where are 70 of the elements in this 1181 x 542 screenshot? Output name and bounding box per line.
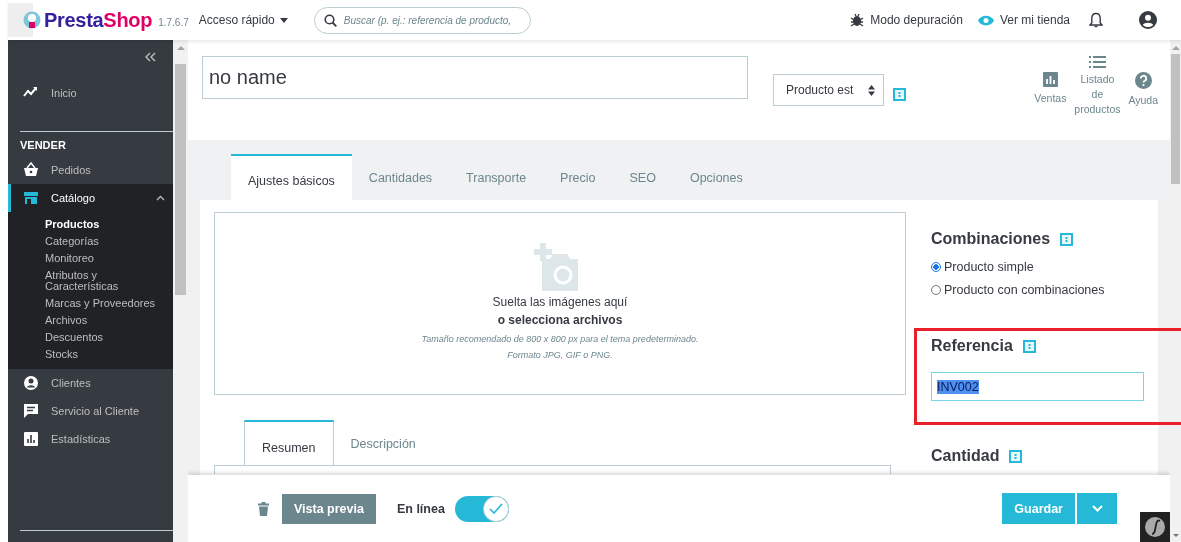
online-label: En línea [396,501,445,516]
tab[interactable]: Descripción [333,420,433,465]
submenu-item[interactable]: Marcas y Proveedores [8,295,173,312]
tab[interactable]: Opciones [672,154,760,200]
submenu-item[interactable]: Stocks [8,346,173,363]
section-heading: VENDER [19,138,67,153]
trash-icon[interactable] [258,501,269,516]
preview-button[interactable]: Vista previa [282,493,376,524]
tab[interactable]: Transporte [449,154,544,200]
tab[interactable]: SEO [612,154,673,200]
submenu-item[interactable]: Archivos [8,312,173,329]
chevron-up-icon [156,195,165,201]
eye-icon [977,14,994,26]
version-label: 1.7.6.7 [158,16,189,28]
basket-icon [23,162,39,178]
toolbar-button[interactable]: Ayuda [1128,72,1158,117]
bar-chart-icon [23,431,39,447]
sidebar-item[interactable]: Estadísticas [8,425,173,453]
sidebar-item[interactable]: Clientes [8,369,173,397]
section-title: Cantidad [931,447,1000,465]
submenu-item[interactable]: Productos [8,216,173,233]
sort-arrows-icon [868,84,875,96]
user-icon [23,375,39,391]
submenu-item[interactable]: Monitoreo [8,250,173,267]
radio-button[interactable] [931,262,941,272]
collapse-icon[interactable] [144,52,156,62]
online-toggle[interactable] [454,495,509,522]
sidebar-item[interactable]: Servicio al Cliente [8,397,173,425]
chat-icon [23,403,39,419]
format-hint: Formato JPG, GIF o PNG. [507,350,613,360]
chevron-down-icon [1091,505,1103,512]
sidebar-item[interactable]: Inicio [8,74,173,111]
list-icon [1088,56,1106,68]
reference-field[interactable]: INV002 [931,372,1144,401]
quick-access-menu[interactable]: Acceso rápido [198,13,288,27]
submenu-item[interactable]: Descuentos [8,329,173,346]
tab[interactable]: Precio [543,154,613,200]
caret-icon [279,17,288,23]
bar-chart-icon [1042,72,1058,87]
radio-option[interactable]: Producto con combinaciones [931,283,1144,297]
store-icon [23,190,39,206]
radio-option[interactable]: Producto simple [931,260,1144,274]
section-title: Referencia [931,337,1013,355]
select-files-link[interactable]: o selecciona archivos [497,313,623,327]
check-icon [488,503,503,514]
image-dropzone[interactable]: Suelta las imágenes aquí o selecciona archivos Tamaño recomendado de 800 x 800 px para el tema predeterminado. Formato JPG, GIF o PNG. [214,212,906,395]
tab[interactable]: Ajustes básicos [231,154,352,200]
bug-icon [850,13,865,27]
view-store-link[interactable]: Ver mi tienda [999,13,1070,27]
tab[interactable]: Cantidades [351,154,450,200]
search-field[interactable]: Buscar (p. ej.: referencia de producto, [313,6,531,34]
dropzone-text: Suelta las imágenes aquí [492,295,628,309]
sidebar-item[interactable]: Pedidos [8,156,173,184]
brand-logo[interactable]: PrestaShop [44,8,153,32]
search-icon [323,13,337,27]
submenu-item[interactable]: Categorías [8,233,173,250]
sidebar-item[interactable]: Catálogo [8,184,173,212]
toolbar-button[interactable]: Listado de productos [1076,56,1119,117]
product-name-field[interactable]: no name [202,56,748,99]
debug-mode-link[interactable]: Modo depuración [870,13,963,27]
logo-icon [23,11,41,29]
submenu-item[interactable]: Atributos y Características [8,267,173,295]
toolbar-button[interactable]: Ventas [1034,72,1067,117]
section-title: Combinaciones [931,230,1051,248]
circle-logo-icon[interactable] [1140,512,1170,542]
product-type-select[interactable]: Producto est [773,74,884,106]
user-icon[interactable] [1139,11,1157,29]
size-hint: Tamaño recomendado de 800 x 800 px para el tema predeterminado. [421,334,699,344]
bell-icon[interactable] [1089,12,1103,28]
tab[interactable]: Resumen [244,420,334,465]
